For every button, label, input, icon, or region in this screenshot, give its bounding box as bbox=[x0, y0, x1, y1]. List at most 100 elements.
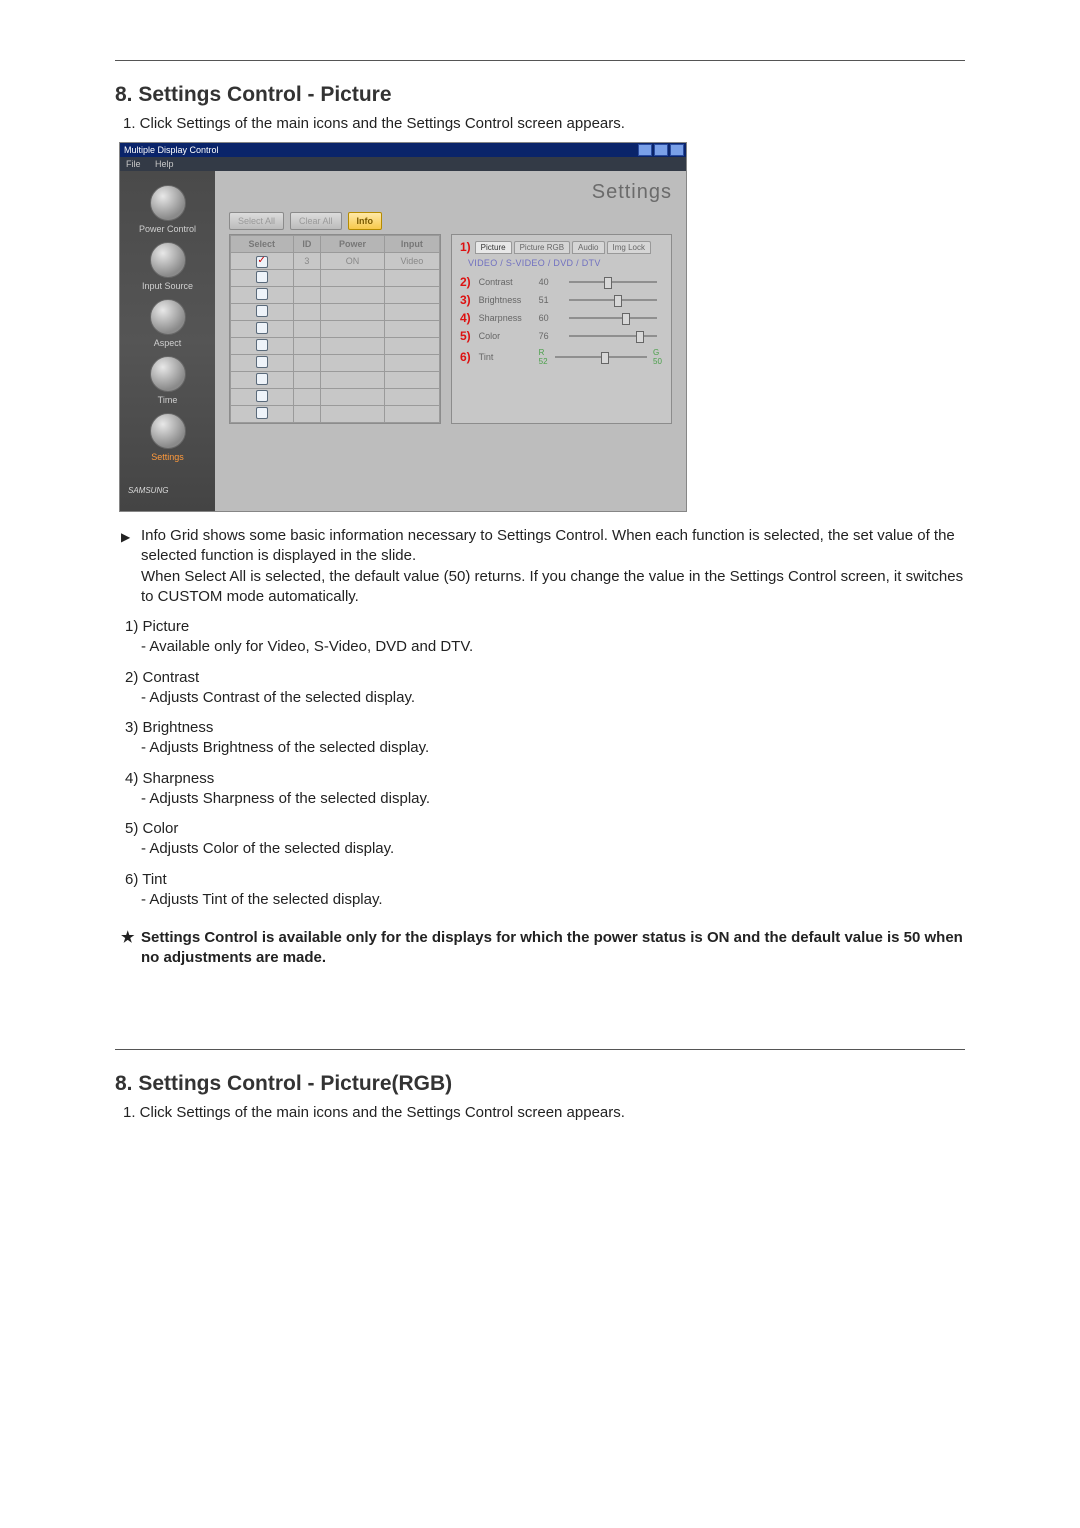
item-3-sub: - Adjusts Brightness of the selected dis… bbox=[141, 738, 965, 758]
section-divider-top bbox=[115, 60, 965, 61]
sidebar-item-power[interactable]: Power Control bbox=[120, 185, 215, 234]
select-all-button[interactable]: Select All bbox=[229, 212, 284, 230]
col-select: Select bbox=[231, 236, 294, 253]
info-text-1: Info Grid shows some basic information n… bbox=[141, 527, 955, 564]
note-text: Settings Control is available only for t… bbox=[141, 928, 965, 969]
item-2-sub: - Adjusts Contrast of the selected displ… bbox=[141, 688, 965, 708]
table-row[interactable] bbox=[231, 372, 440, 389]
tint-slider[interactable] bbox=[555, 356, 647, 358]
tab-img-lock[interactable]: Img Lock bbox=[607, 241, 651, 254]
window-title: Multiple Display Control bbox=[124, 145, 219, 155]
slider-brightness: 3) Brightness 51 bbox=[460, 294, 663, 306]
menu-file[interactable]: File bbox=[126, 159, 141, 169]
settings-panel: 1) Picture Picture RGB Audio Img Lock VI… bbox=[451, 234, 672, 424]
table-row[interactable] bbox=[231, 270, 440, 287]
app-screenshot: Multiple Display Control File Help Power… bbox=[119, 142, 687, 512]
sidebar-item-aspect[interactable]: Aspect bbox=[120, 299, 215, 348]
callout-6: 6) bbox=[460, 351, 471, 363]
step-1-picture-rgb: 1. Click Settings of the main icons and … bbox=[123, 1104, 965, 1121]
tab-picture[interactable]: Picture bbox=[475, 241, 512, 254]
power-icon bbox=[150, 185, 186, 221]
info-text-2: When Select All is selected, the default… bbox=[141, 568, 963, 605]
table-row[interactable] bbox=[231, 389, 440, 406]
col-input: Input bbox=[384, 236, 439, 253]
menu-help[interactable]: Help bbox=[155, 159, 174, 169]
checkbox-icon[interactable] bbox=[256, 373, 268, 385]
callout-2: 2) bbox=[460, 276, 471, 288]
col-power: Power bbox=[321, 236, 384, 253]
input-icon bbox=[150, 242, 186, 278]
table-row[interactable]: ✓ 3 ON Video bbox=[231, 253, 440, 270]
source-line: VIDEO / S-VIDEO / DVD / DTV bbox=[468, 258, 663, 268]
checkbox-icon[interactable] bbox=[256, 390, 268, 402]
maximize-icon[interactable] bbox=[654, 144, 668, 156]
star-icon: ★ bbox=[121, 928, 141, 948]
slider-contrast: 2) Contrast 40 bbox=[460, 276, 663, 288]
checkbox-icon[interactable] bbox=[256, 339, 268, 351]
sidebar-item-settings[interactable]: Settings bbox=[120, 413, 215, 462]
important-note: ★ Settings Control is available only for… bbox=[121, 928, 965, 969]
toolbar: Select All Clear All Info bbox=[229, 212, 672, 230]
sharpness-slider[interactable] bbox=[569, 317, 657, 319]
numbered-list: 1) Picture- Available only for Video, S-… bbox=[125, 617, 965, 910]
item-6-sub: - Adjusts Tint of the selected display. bbox=[141, 890, 965, 910]
callout-3: 3) bbox=[460, 294, 471, 306]
table-row[interactable] bbox=[231, 338, 440, 355]
display-grid: Select ID Power Input ✓ 3 ON Video bbox=[229, 234, 441, 424]
checkbox-icon[interactable] bbox=[256, 407, 268, 419]
checkbox-icon[interactable] bbox=[256, 271, 268, 283]
checkbox-icon[interactable]: ✓ bbox=[256, 256, 268, 268]
clear-all-button[interactable]: Clear All bbox=[290, 212, 342, 230]
sidebar: Power Control Input Source Aspect Time S… bbox=[120, 171, 215, 511]
item-5-sub: - Adjusts Color of the selected display. bbox=[141, 839, 965, 859]
sidebar-item-time[interactable]: Time bbox=[120, 356, 215, 405]
step-1-picture: 1. Click Settings of the main icons and … bbox=[123, 115, 965, 132]
item-5-head: 5) Color bbox=[125, 819, 965, 839]
item-4-head: 4) Sharpness bbox=[125, 769, 965, 789]
menu-bar: File Help bbox=[120, 157, 686, 171]
settings-icon bbox=[150, 413, 186, 449]
aspect-icon bbox=[150, 299, 186, 335]
section-divider-mid bbox=[115, 1049, 965, 1050]
brand-label: SAMSUNG bbox=[120, 470, 215, 501]
section-heading-picture-rgb: 8. Settings Control - Picture(RGB) bbox=[115, 1072, 965, 1096]
item-1-head: 1) Picture bbox=[125, 617, 965, 637]
arrow-icon: ▶ bbox=[121, 526, 141, 545]
tab-picture-rgb[interactable]: Picture RGB bbox=[514, 241, 570, 254]
checkbox-icon[interactable] bbox=[256, 288, 268, 300]
table-row[interactable] bbox=[231, 287, 440, 304]
brightness-slider[interactable] bbox=[569, 299, 657, 301]
time-icon bbox=[150, 356, 186, 392]
col-id: ID bbox=[293, 236, 321, 253]
window-buttons bbox=[638, 144, 684, 156]
info-bullet: ▶ Info Grid shows some basic information… bbox=[121, 526, 965, 607]
color-slider[interactable] bbox=[569, 335, 657, 337]
info-button[interactable]: Info bbox=[348, 212, 383, 230]
sidebar-item-input[interactable]: Input Source bbox=[120, 242, 215, 291]
callout-1: 1) bbox=[460, 241, 471, 254]
minimize-icon[interactable] bbox=[638, 144, 652, 156]
item-2-head: 2) Contrast bbox=[125, 668, 965, 688]
slider-tint: 6) Tint R 52 G 50 bbox=[460, 348, 663, 366]
item-4-sub: - Adjusts Sharpness of the selected disp… bbox=[141, 789, 965, 809]
table-row[interactable] bbox=[231, 304, 440, 321]
checkbox-icon[interactable] bbox=[256, 356, 268, 368]
main-panel: Settings Select All Clear All Info Selec… bbox=[215, 171, 686, 511]
checkbox-icon[interactable] bbox=[256, 322, 268, 334]
section-heading-picture: 8. Settings Control - Picture bbox=[115, 83, 965, 107]
callout-4: 4) bbox=[460, 312, 471, 324]
item-6-head: 6) Tint bbox=[125, 870, 965, 890]
tabs: 1) Picture Picture RGB Audio Img Lock bbox=[460, 241, 663, 254]
item-1-sub: - Available only for Video, S-Video, DVD… bbox=[141, 637, 965, 657]
contrast-slider[interactable] bbox=[569, 281, 657, 283]
item-3-head: 3) Brightness bbox=[125, 718, 965, 738]
window-titlebar: Multiple Display Control bbox=[120, 143, 686, 157]
checkbox-icon[interactable] bbox=[256, 305, 268, 317]
table-row[interactable] bbox=[231, 321, 440, 338]
callout-5: 5) bbox=[460, 330, 471, 342]
table-row[interactable] bbox=[231, 355, 440, 372]
close-icon[interactable] bbox=[670, 144, 684, 156]
tab-audio[interactable]: Audio bbox=[572, 241, 604, 254]
slider-color: 5) Color 76 bbox=[460, 330, 663, 342]
table-row[interactable] bbox=[231, 406, 440, 423]
